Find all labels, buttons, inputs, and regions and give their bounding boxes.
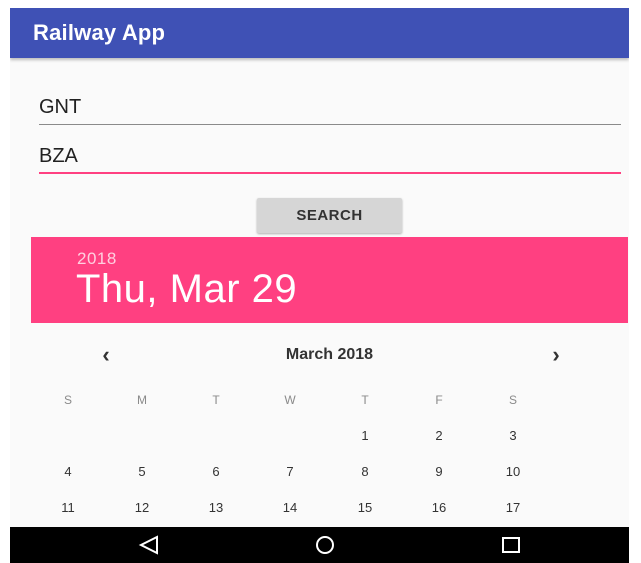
- calendar-day[interactable]: 14: [270, 496, 310, 520]
- calendar-day[interactable]: 8: [345, 460, 385, 484]
- system-nav-bar: [10, 527, 629, 563]
- calendar-day[interactable]: 15: [345, 496, 385, 520]
- to-field-underline: [39, 172, 621, 174]
- calendar-day[interactable]: 10: [493, 460, 533, 484]
- selected-date[interactable]: Thu, Mar 29: [76, 267, 297, 312]
- weekday-label: S: [508, 393, 517, 407]
- weekday-label: W: [284, 393, 296, 407]
- date-picker-header: 2018 Thu, Mar 29: [31, 237, 628, 323]
- calendar-day[interactable]: 11: [48, 496, 88, 520]
- recents-square-icon[interactable]: [500, 535, 522, 560]
- calendar-week-row: 11 12 13 14 15 16 17: [61, 496, 552, 520]
- app-title: Railway App: [33, 20, 166, 45]
- back-triangle-icon[interactable]: [138, 535, 160, 560]
- calendar-day[interactable]: 3: [493, 424, 533, 448]
- app-bar: Railway App: [10, 8, 629, 58]
- calendar-day[interactable]: 7: [270, 460, 310, 484]
- calendar-day[interactable]: 1: [345, 424, 385, 448]
- calendar-day[interactable]: 16: [419, 496, 459, 520]
- to-station-value: BZA: [39, 145, 78, 167]
- home-circle-icon[interactable]: [314, 535, 336, 560]
- weekday-header-row: S M T W T F S: [64, 388, 552, 412]
- calendar-day[interactable]: 5: [122, 460, 162, 484]
- calendar-day[interactable]: 6: [196, 460, 236, 484]
- from-field-underline: [39, 124, 621, 125]
- search-button[interactable]: SEARCH: [257, 198, 402, 233]
- weekday-label: F: [435, 393, 443, 407]
- calendar-day[interactable]: 2: [419, 424, 459, 448]
- calendar-day[interactable]: 4: [48, 460, 88, 484]
- app-screen: Railway App GNT BZA SEARCH 2018 Thu, Mar…: [10, 8, 629, 563]
- chevron-right-icon[interactable]: ›: [541, 340, 571, 370]
- calendar-day[interactable]: 17: [493, 496, 533, 520]
- calendar-day[interactable]: 13: [196, 496, 236, 520]
- weekday-label: S: [63, 393, 72, 407]
- weekday-label: T: [212, 393, 220, 407]
- from-station-field[interactable]: GNT: [39, 91, 621, 125]
- calendar-week-row: 4 5 6 7 8 9 10: [64, 460, 552, 484]
- calendar-month-nav: ‹ March 2018 ›: [31, 340, 628, 370]
- month-title: March 2018: [285, 346, 374, 363]
- weekday-label: M: [137, 393, 147, 407]
- weekday-label: T: [361, 393, 369, 407]
- calendar-day[interactable]: 9: [419, 460, 459, 484]
- calendar-day[interactable]: 12: [122, 496, 162, 520]
- from-station-value: GNT: [39, 96, 82, 118]
- to-station-field[interactable]: BZA: [39, 140, 621, 174]
- calendar-week-row: 1 2 3: [68, 424, 552, 448]
- selected-year[interactable]: 2018: [77, 249, 117, 269]
